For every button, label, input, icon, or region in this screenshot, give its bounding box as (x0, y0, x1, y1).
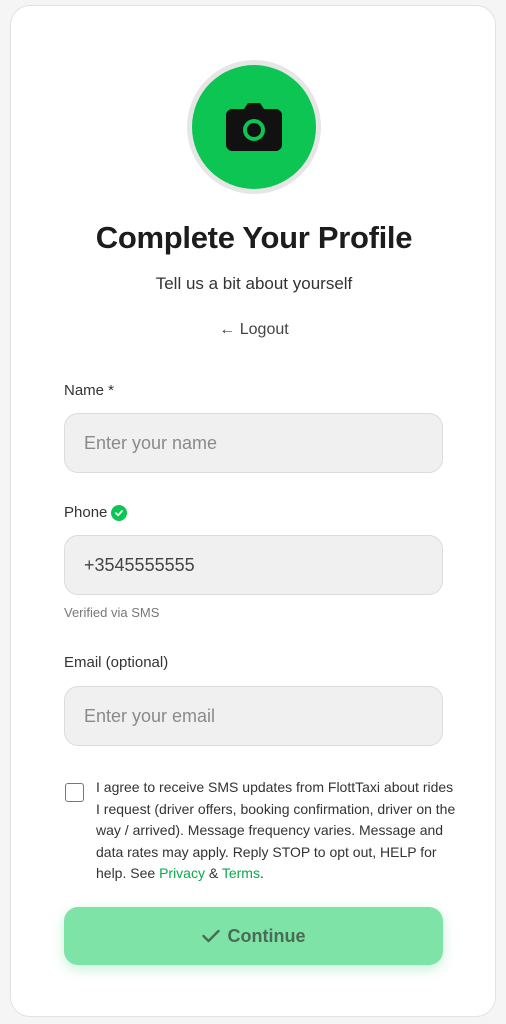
name-label: Name * (64, 382, 114, 399)
logout-link[interactable]: ← Logout (11, 321, 497, 339)
email-label: Email (optional) (64, 654, 168, 671)
checkmark-icon (201, 929, 220, 943)
name-input[interactable] (64, 413, 443, 473)
camera-icon (226, 103, 282, 151)
email-input[interactable] (64, 686, 443, 746)
email-label-text: Email (optional) (64, 654, 169, 671)
consent-end: . (259, 865, 264, 881)
avatar-circle[interactable] (192, 65, 316, 189)
avatar-upload[interactable] (187, 60, 321, 194)
profile-card: Complete Your Profile Tell us a bit abou… (10, 5, 496, 1017)
privacy-link[interactable]: Privacy (159, 865, 205, 881)
page-subtitle: Tell us a bit about yourself (155, 274, 353, 293)
phone-label-text: Phone (64, 504, 108, 521)
continue-button[interactable]: Continue (64, 907, 443, 965)
phone-helper-text: Verified via SMS (64, 605, 160, 620)
consent-and: & (204, 865, 222, 881)
terms-link[interactable]: Terms (222, 865, 260, 881)
continue-label: Continue (227, 925, 306, 946)
verified-check-icon (111, 504, 128, 521)
sms-consent-checkbox[interactable] (65, 783, 84, 802)
consent-body: I agree to receive SMS updates from Flot… (96, 779, 456, 881)
page-title: Complete Your Profile (95, 220, 413, 255)
phone-input[interactable] (64, 535, 443, 595)
sms-consent-text: I agree to receive SMS updates from Flot… (96, 777, 456, 885)
name-label-text: Name * (64, 382, 115, 399)
phone-label: Phone (64, 504, 128, 521)
